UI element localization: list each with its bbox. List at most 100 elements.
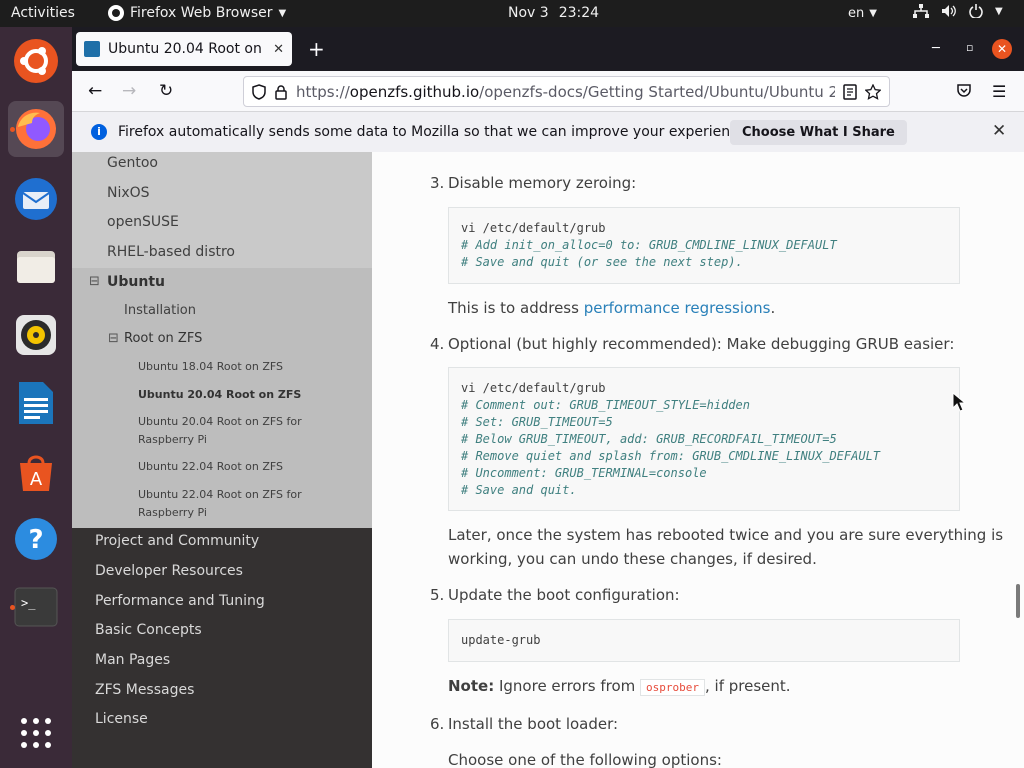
svg-text:>_: >_	[21, 596, 36, 610]
power-icon	[969, 4, 983, 18]
scrollbar-thumb[interactable]	[1016, 584, 1020, 618]
firefox-icon[interactable]	[8, 101, 64, 157]
thunderbird-icon[interactable]	[8, 171, 64, 227]
code-line: vi /etc/default/grub	[461, 221, 606, 235]
code-line: update-grub	[461, 633, 541, 647]
sidebar-item-rhel[interactable]: RHEL-based distro	[107, 244, 235, 260]
top-bar: Activities Firefox Web Browser ▼ Nov 3 2…	[0, 0, 1024, 27]
sidebar-section-developer[interactable]: Developer Resources	[95, 563, 243, 579]
help-icon[interactable]: ?	[8, 511, 64, 567]
paragraph: Choose one of the following options:	[448, 751, 722, 768]
docs-sidebar: Gentoo NixOS openSUSE RHEL-based distro …	[72, 152, 372, 768]
close-tab-icon[interactable]: ✕	[273, 42, 284, 57]
url-text[interactable]: https://openzfs.github.io/openzfs-docs/G…	[296, 83, 835, 101]
step-number: 3.	[430, 174, 445, 192]
lock-icon[interactable]	[274, 84, 288, 100]
clock-time: 23:24	[558, 5, 600, 21]
sidebar-item-root-on-zfs[interactable]: Root on ZFS	[124, 331, 202, 346]
code-comment: # Save and quit (or see the next step).	[461, 255, 743, 269]
text: Ignore errors from	[494, 677, 641, 695]
code-block[interactable]: vi /etc/default/grub # Add init_on_alloc…	[448, 207, 960, 284]
sidebar-section-project[interactable]: Project and Community	[95, 533, 259, 549]
site-favicon-icon	[84, 41, 100, 57]
libreoffice-writer-icon[interactable]	[8, 375, 64, 431]
bookmark-star-icon[interactable]	[865, 83, 881, 100]
url-bar[interactable]: https://openzfs.github.io/openzfs-docs/G…	[243, 76, 890, 107]
sidebar-item-ubuntu-2004-rpi[interactable]: Ubuntu 20.04 Root on ZFS for Raspberry P…	[138, 413, 358, 449]
sidebar-item-gentoo[interactable]: Gentoo	[107, 155, 158, 171]
sidebar-item-ubuntu-2204[interactable]: Ubuntu 22.04 Root on ZFS	[138, 458, 358, 476]
page-scrollbar[interactable]	[1012, 152, 1024, 768]
firefox-small-icon	[108, 5, 124, 21]
paragraph-line: Later, once the system has rebooted twic…	[448, 526, 1004, 544]
step-number: 5.	[430, 586, 445, 604]
sidebar-item-opensuse[interactable]: openSUSE	[107, 214, 179, 230]
sidebar-section-basic-concepts[interactable]: Basic Concepts	[95, 622, 202, 638]
url-path: /openzfs-docs/Getting Started/Ubuntu/Ubu…	[479, 82, 835, 101]
text: This is to address	[448, 299, 584, 317]
sidebar-item-ubuntu[interactable]: Ubuntu	[107, 274, 165, 290]
clock-date: Nov 3	[508, 5, 549, 21]
rhythmbox-icon[interactable]	[8, 307, 64, 363]
reader-view-icon[interactable]	[843, 83, 857, 100]
close-icon[interactable]: ✕	[992, 121, 1006, 141]
hamburger-menu-icon[interactable]: ☰	[992, 82, 1006, 101]
network-icon	[913, 4, 929, 18]
collapse-toggle-icon[interactable]: ⊟	[108, 331, 119, 346]
system-tray[interactable]: ▼	[913, 4, 1003, 18]
notification-bar: i Firefox automatically sends some data …	[72, 112, 1024, 152]
mouse-cursor-icon	[952, 392, 966, 412]
dock: A ? >_	[0, 27, 72, 768]
tracking-protection-shield-icon[interactable]	[252, 83, 266, 100]
forward-button[interactable]: →	[122, 81, 136, 101]
sidebar-section-man-pages[interactable]: Man Pages	[95, 652, 170, 668]
clock[interactable]: Nov 3 23:24	[508, 5, 599, 21]
sidebar-item-ubuntu-2004[interactable]: Ubuntu 20.04 Root on ZFS	[138, 386, 358, 404]
app-name: Firefox Web Browser	[130, 5, 273, 21]
ubuntu-logo-icon[interactable]	[8, 33, 64, 89]
new-tab-button[interactable]: +	[308, 39, 325, 59]
pocket-icon[interactable]	[956, 83, 972, 99]
url-host: openzfs.github.io	[349, 82, 480, 101]
note-label: Note:	[448, 677, 495, 695]
inline-code: osprober	[640, 679, 705, 696]
code-comment: # Comment out: GRUB_TIMEOUT_STYLE=hidden	[461, 398, 750, 412]
back-button[interactable]: ←	[88, 81, 102, 101]
code-comment: # Below GRUB_TIMEOUT, add: GRUB_RECORDFA…	[461, 432, 837, 446]
tab-active[interactable]: Ubuntu 20.04 Root on ZFS ✕	[76, 32, 292, 66]
window-close-button[interactable]: ✕	[992, 39, 1012, 59]
code-line: vi /etc/default/grub	[461, 381, 606, 395]
sidebar-item-ubuntu-1804[interactable]: Ubuntu 18.04 Root on ZFS	[138, 358, 358, 376]
app-menu[interactable]: Firefox Web Browser ▼	[108, 5, 286, 21]
files-icon[interactable]	[8, 239, 64, 295]
maximize-button[interactable]: ▫	[966, 41, 973, 54]
sidebar-item-nixos[interactable]: NixOS	[107, 185, 150, 201]
show-applications-icon[interactable]	[8, 705, 64, 761]
step-title: Optional (but highly recommended): Make …	[448, 335, 955, 353]
sidebar-item-installation[interactable]: Installation	[124, 303, 196, 318]
volume-icon	[942, 5, 956, 17]
activities-button[interactable]: Activities	[11, 5, 75, 21]
minimize-button[interactable]: ─	[932, 41, 940, 56]
collapse-toggle-icon[interactable]: ⊟	[89, 274, 100, 289]
ubuntu-software-icon[interactable]: A	[8, 443, 64, 499]
chevron-down-icon: ▼	[278, 7, 287, 19]
text: , if present.	[705, 677, 791, 695]
tab-title: Ubuntu 20.04 Root on ZFS	[108, 41, 265, 57]
sidebar-section-license[interactable]: License	[95, 711, 148, 727]
input-source-menu[interactable]: en ▼	[848, 6, 877, 21]
sidebar-item-ubuntu-2204-rpi[interactable]: Ubuntu 22.04 Root on ZFS for Raspberry P…	[138, 486, 358, 522]
sidebar-section-performance[interactable]: Performance and Tuning	[95, 593, 265, 609]
choose-what-i-share-button[interactable]: Choose What I Share	[730, 120, 907, 145]
notification-message: Firefox automatically sends some data to…	[118, 124, 751, 140]
reload-button[interactable]: ↻	[159, 81, 173, 101]
code-block[interactable]: vi /etc/default/grub # Comment out: GRUB…	[448, 367, 960, 511]
step-number: 6.	[430, 715, 445, 733]
terminal-icon[interactable]: >_	[8, 579, 64, 635]
svg-text:?: ?	[28, 525, 43, 555]
code-block[interactable]: update-grub	[448, 619, 960, 662]
info-icon: i	[91, 124, 107, 140]
paragraph-line: working, you can undo these changes, if …	[448, 550, 817, 568]
performance-regressions-link[interactable]: performance regressions	[584, 299, 771, 317]
sidebar-section-zfs-messages[interactable]: ZFS Messages	[95, 682, 194, 698]
